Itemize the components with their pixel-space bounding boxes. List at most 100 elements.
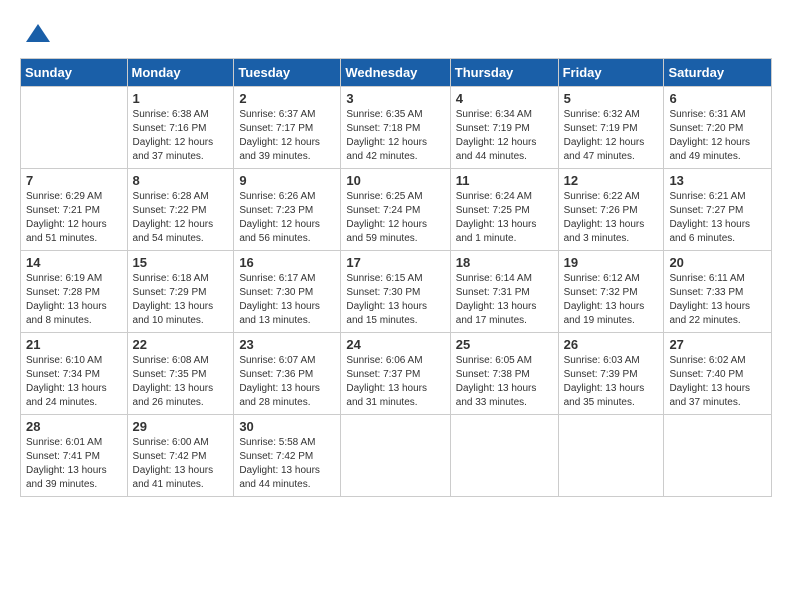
calendar-cell: 30Sunrise: 5:58 AMSunset: 7:42 PMDayligh… <box>234 415 341 497</box>
cell-date-number: 25 <box>456 337 553 352</box>
calendar-cell <box>450 415 558 497</box>
cell-date-number: 16 <box>239 255 335 270</box>
cell-info: Sunrise: 6:25 AMSunset: 7:24 PMDaylight:… <box>346 190 444 246</box>
cell-info: Sunrise: 6:03 AMSunset: 7:39 PMDaylight:… <box>564 354 659 410</box>
cell-info: Sunrise: 6:07 AMSunset: 7:36 PMDaylight:… <box>239 354 335 410</box>
calendar-cell: 12 Sunrise: 6:22 AMSunset: 7:26 PMDayligh… <box>558 169 664 251</box>
cell-info: Sunrise: 6:08 AMSunset: 7:35 PMDaylight:… <box>133 354 229 410</box>
calendar-cell: 15Sunrise: 6:18 AMSunset: 7:29 PMDayligh… <box>127 251 234 333</box>
cell-date-number: 27 <box>669 337 766 352</box>
cell-info: Sunrise: 6:35 AMSunset: 7:18 PMDaylight:… <box>346 108 444 164</box>
cell-date-number: 11 <box>456 173 553 188</box>
calendar-cell: 17 Sunrise: 6:15 AMSunset: 7:30 PMDayligh… <box>341 251 450 333</box>
cell-info: Sunrise: 6:02 AMSunset: 7:40 PMDaylight:… <box>669 354 766 410</box>
calendar-cell <box>558 415 664 497</box>
calendar-cell: 4 Sunrise: 6:34 AMSunset: 7:19 PMDaylight… <box>450 87 558 169</box>
cell-info: Sunrise: 6:14 AMSunset: 7:31 PMDaylight:… <box>456 272 553 328</box>
header-day-tuesday: Tuesday <box>234 59 341 87</box>
calendar-header-row: SundayMondayTuesdayWednesdayThursdayFrid… <box>21 59 772 87</box>
cell-info: Sunrise: 6:12 AMSunset: 7:32 PMDaylight:… <box>564 272 659 328</box>
header-day-friday: Friday <box>558 59 664 87</box>
calendar-cell: 3 Sunrise: 6:35 AMSunset: 7:18 PMDaylight… <box>341 87 450 169</box>
calendar-cell: 8Sunrise: 6:28 AMSunset: 7:22 PMDaylight… <box>127 169 234 251</box>
cell-date-number: 2 <box>239 91 335 106</box>
header-day-sunday: Sunday <box>21 59 128 87</box>
calendar-cell: 21 Sunrise: 6:10 AMSunset: 7:34 PMDayligh… <box>21 333 128 415</box>
cell-date-number: 21 <box>26 337 122 352</box>
cell-date-number: 1 <box>133 91 229 106</box>
cell-info: Sunrise: 6:31 AMSunset: 7:20 PMDaylight:… <box>669 108 766 164</box>
calendar-cell: 14Sunrise: 6:19 AMSunset: 7:28 PMDayligh… <box>21 251 128 333</box>
cell-date-number: 9 <box>239 173 335 188</box>
cell-date-number: 29 <box>133 419 229 434</box>
logo-icon <box>24 20 52 48</box>
cell-date-number: 18 <box>456 255 553 270</box>
cell-date-number: 4 <box>456 91 553 106</box>
cell-date-number: 19 <box>564 255 659 270</box>
calendar-cell: 24 Sunrise: 6:06 AMSunset: 7:37 PMDayligh… <box>341 333 450 415</box>
calendar-week-row: 7Sunrise: 6:29 AMSunset: 7:21 PMDaylight… <box>21 169 772 251</box>
calendar-week-row: 14Sunrise: 6:19 AMSunset: 7:28 PMDayligh… <box>21 251 772 333</box>
cell-info: Sunrise: 6:15 AMSunset: 7:30 PMDaylight:… <box>346 272 444 328</box>
calendar-cell: 25 Sunrise: 6:05 AMSunset: 7:38 PMDayligh… <box>450 333 558 415</box>
cell-info: Sunrise: 6:11 AMSunset: 7:33 PMDaylight:… <box>669 272 766 328</box>
cell-info: Sunrise: 6:26 AMSunset: 7:23 PMDaylight:… <box>239 190 335 246</box>
header-day-monday: Monday <box>127 59 234 87</box>
logo <box>20 20 52 48</box>
cell-info: Sunrise: 6:24 AMSunset: 7:25 PMDaylight:… <box>456 190 553 246</box>
cell-info: Sunrise: 6:17 AMSunset: 7:30 PMDaylight:… <box>239 272 335 328</box>
cell-date-number: 26 <box>564 337 659 352</box>
calendar-cell: 18 Sunrise: 6:14 AMSunset: 7:31 PMDayligh… <box>450 251 558 333</box>
calendar-cell: 2 Sunrise: 6:37 AMSunset: 7:17 PMDaylight… <box>234 87 341 169</box>
cell-info: Sunrise: 6:05 AMSunset: 7:38 PMDaylight:… <box>456 354 553 410</box>
calendar-cell: 5 Sunrise: 6:32 AMSunset: 7:19 PMDaylight… <box>558 87 664 169</box>
header-day-wednesday: Wednesday <box>341 59 450 87</box>
header-day-saturday: Saturday <box>664 59 772 87</box>
cell-date-number: 24 <box>346 337 444 352</box>
cell-date-number: 13 <box>669 173 766 188</box>
calendar-cell: 23Sunrise: 6:07 AMSunset: 7:36 PMDayligh… <box>234 333 341 415</box>
cell-info: Sunrise: 6:10 AMSunset: 7:34 PMDaylight:… <box>26 354 122 410</box>
calendar-week-row: 21 Sunrise: 6:10 AMSunset: 7:34 PMDayligh… <box>21 333 772 415</box>
calendar-cell: 20Sunrise: 6:11 AMSunset: 7:33 PMDayligh… <box>664 251 772 333</box>
calendar-cell: 19 Sunrise: 6:12 AMSunset: 7:32 PMDayligh… <box>558 251 664 333</box>
calendar-cell: 1 Sunrise: 6:38 AMSunset: 7:16 PMDaylight… <box>127 87 234 169</box>
calendar-cell: 26 Sunrise: 6:03 AMSunset: 7:39 PMDayligh… <box>558 333 664 415</box>
cell-date-number: 22 <box>133 337 229 352</box>
calendar-cell <box>341 415 450 497</box>
calendar-cell: 9 Sunrise: 6:26 AMSunset: 7:23 PMDaylight… <box>234 169 341 251</box>
header-day-thursday: Thursday <box>450 59 558 87</box>
cell-info: Sunrise: 6:28 AMSunset: 7:22 PMDaylight:… <box>133 190 229 246</box>
calendar-cell: 10 Sunrise: 6:25 AMSunset: 7:24 PMDayligh… <box>341 169 450 251</box>
calendar-cell: 6 Sunrise: 6:31 AMSunset: 7:20 PMDaylight… <box>664 87 772 169</box>
calendar-table: SundayMondayTuesdayWednesdayThursdayFrid… <box>20 58 772 497</box>
cell-date-number: 15 <box>133 255 229 270</box>
cell-date-number: 3 <box>346 91 444 106</box>
cell-info: Sunrise: 6:22 AMSunset: 7:26 PMDaylight:… <box>564 190 659 246</box>
calendar-cell: 27 Sunrise: 6:02 AMSunset: 7:40 PMDayligh… <box>664 333 772 415</box>
cell-date-number: 30 <box>239 419 335 434</box>
cell-date-number: 10 <box>346 173 444 188</box>
cell-date-number: 17 <box>346 255 444 270</box>
cell-date-number: 28 <box>26 419 122 434</box>
cell-info: Sunrise: 6:32 AMSunset: 7:19 PMDaylight:… <box>564 108 659 164</box>
page-header <box>20 20 772 48</box>
cell-info: Sunrise: 6:38 AMSunset: 7:16 PMDaylight:… <box>133 108 229 164</box>
calendar-cell: 7Sunrise: 6:29 AMSunset: 7:21 PMDaylight… <box>21 169 128 251</box>
cell-date-number: 6 <box>669 91 766 106</box>
calendar-cell: 22 Sunrise: 6:08 AMSunset: 7:35 PMDayligh… <box>127 333 234 415</box>
calendar-cell: 28Sunrise: 6:01 AMSunset: 7:41 PMDayligh… <box>21 415 128 497</box>
cell-info: Sunrise: 6:34 AMSunset: 7:19 PMDaylight:… <box>456 108 553 164</box>
calendar-cell <box>664 415 772 497</box>
calendar-cell: 11 Sunrise: 6:24 AMSunset: 7:25 PMDayligh… <box>450 169 558 251</box>
cell-info: Sunrise: 6:37 AMSunset: 7:17 PMDaylight:… <box>239 108 335 164</box>
cell-info: Sunrise: 6:06 AMSunset: 7:37 PMDaylight:… <box>346 354 444 410</box>
cell-info: Sunrise: 6:29 AMSunset: 7:21 PMDaylight:… <box>26 190 122 246</box>
cell-info: Sunrise: 6:21 AMSunset: 7:27 PMDaylight:… <box>669 190 766 246</box>
cell-date-number: 5 <box>564 91 659 106</box>
calendar-cell: 13 Sunrise: 6:21 AMSunset: 7:27 PMDayligh… <box>664 169 772 251</box>
calendar-cell: 29Sunrise: 6:00 AMSunset: 7:42 PMDayligh… <box>127 415 234 497</box>
cell-date-number: 12 <box>564 173 659 188</box>
calendar-week-row: 1 Sunrise: 6:38 AMSunset: 7:16 PMDaylight… <box>21 87 772 169</box>
calendar-week-row: 28Sunrise: 6:01 AMSunset: 7:41 PMDayligh… <box>21 415 772 497</box>
